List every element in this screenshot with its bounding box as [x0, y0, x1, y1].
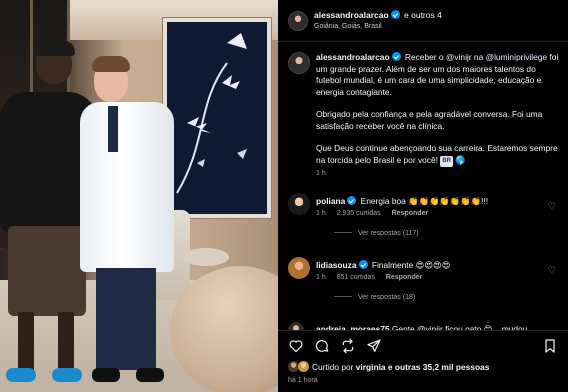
- person2-tie: [108, 106, 118, 152]
- reply-button[interactable]: Responder: [392, 210, 429, 217]
- author-avatar[interactable]: [288, 11, 308, 31]
- comment-time: 1 h: [316, 210, 326, 217]
- post-age: há 1 hora: [288, 377, 318, 384]
- author-line: alessandroalarcao e outros 4: [314, 10, 442, 20]
- liked-by-text: Curtido por virginia e outras 35,2 mil p…: [312, 362, 489, 372]
- verified-icon: [358, 260, 368, 269]
- comment-like-heart-icon[interactable]: ♡: [548, 201, 556, 212]
- commenter-username[interactable]: lidiasouza: [316, 260, 357, 270]
- post-actions-bar: Curtido por virginia e outras 35,2 mil p…: [278, 330, 568, 392]
- person2-shoe-right: [136, 368, 164, 382]
- liked-by-user[interactable]: virginia: [356, 362, 386, 372]
- post-detail-panel: alessandroalarcao e outros 4 Goiânia, Go…: [278, 0, 568, 392]
- comment-like-heart-icon[interactable]: ♡: [548, 265, 556, 276]
- verified-icon: [347, 196, 357, 205]
- comment-meta: 1 h 851 curtidas Responder: [316, 274, 431, 281]
- comment-line: poliana Energia boa 👏👏👏👏👏👏👏!!!: [316, 196, 488, 207]
- comment-text: Finalmente 😍😍😍😍: [371, 260, 451, 270]
- comment-icon[interactable]: [314, 338, 330, 354]
- verified-icon: [390, 10, 400, 19]
- person1-shorts: [8, 226, 86, 316]
- share-icon[interactable]: [366, 338, 382, 354]
- person1-leg-left: [18, 312, 34, 374]
- action-icons: [288, 337, 382, 355]
- comment-likes[interactable]: 851 curtidas: [337, 274, 375, 281]
- view-replies-button[interactable]: Ver respostas (18): [334, 294, 415, 301]
- person2-white-coat: [80, 102, 174, 272]
- post-header: alessandroalarcao e outros 4 Goiânia, Go…: [278, 0, 568, 42]
- caption-paragraph-2: Obrigado pela confiança e pela agradável…: [316, 109, 543, 131]
- mention-vinijr[interactable]: @vinijr: [446, 52, 472, 62]
- comment-item: lidiasouza Finalmente 😍😍😍😍 1 h 851 curti…: [288, 257, 564, 303]
- mention-luminiprivilege[interactable]: @luminiprivilege: [486, 52, 548, 62]
- comment-line: lidiasouza Finalmente 😍😍😍😍: [316, 260, 451, 270]
- brazil-flag-icon: BR: [440, 155, 453, 167]
- commenter-username[interactable]: poliana: [316, 196, 345, 206]
- painting-art: [167, 23, 267, 213]
- caption-paragraph-3: Que Deus continue abençoando sua carreir…: [316, 143, 558, 165]
- person2-pants: [96, 268, 156, 370]
- person2-hair: [92, 56, 130, 72]
- caption-username[interactable]: alessandroalarcao: [316, 52, 390, 62]
- liked-by-prefix: Curtido por: [312, 361, 356, 372]
- repost-icon[interactable]: [340, 338, 356, 354]
- comment-text: Energia boa 👏👏👏👏👏👏👏!!!: [360, 196, 489, 206]
- person1-sandal-right: [52, 368, 82, 382]
- caption-time: 1 h: [316, 170, 326, 177]
- person1-sandal-left: [6, 368, 36, 382]
- author-username[interactable]: alessandroalarcao: [314, 10, 389, 20]
- caption-text-part: na: [471, 52, 486, 62]
- view-replies-button[interactable]: Ver respostas (117): [334, 230, 419, 237]
- comment-likes[interactable]: 2.935 curtidas: [337, 210, 381, 217]
- bookmark-icon[interactable]: [542, 338, 558, 354]
- commenter-avatar[interactable]: [288, 193, 310, 215]
- caption-avatar[interactable]: [288, 52, 310, 74]
- caption-text-part: Receber o: [404, 52, 446, 62]
- verified-icon: [391, 52, 401, 61]
- commenter-avatar[interactable]: [288, 257, 310, 279]
- person2-shoe-left: [92, 368, 120, 382]
- coauthors-link[interactable]: e outros 4: [404, 10, 442, 20]
- globe-emoji: 🌎: [455, 154, 466, 165]
- liked-by-summary[interactable]: Curtido por virginia e outras 35,2 mil p…: [288, 361, 489, 372]
- side-stool: [183, 248, 229, 266]
- person1-leg-right: [58, 312, 74, 374]
- liker-avatar: [298, 361, 309, 372]
- person1-cap: [33, 40, 75, 56]
- instagram-post-view: alessandroalarcao e outros 4 Goiânia, Go…: [0, 0, 568, 392]
- wall-painting: [163, 18, 271, 218]
- caption-text: alessandroalarcao Receber o @vinijr na @…: [316, 52, 562, 178]
- heart-icon[interactable]: [288, 338, 304, 354]
- post-photo[interactable]: [0, 0, 278, 392]
- liked-by-suffix[interactable]: e outras 35,2 mil pessoas: [386, 362, 490, 372]
- comment-item: poliana Energia boa 👏👏👏👏👏👏👏!!! 1 h 2.935…: [288, 193, 564, 239]
- reply-button[interactable]: Responder: [386, 274, 423, 281]
- comment-time: 1 h: [316, 274, 326, 281]
- comment-meta: 1 h 2.935 curtidas Responder: [316, 210, 437, 217]
- post-location[interactable]: Goiânia, Goiás, Brasil: [314, 23, 382, 30]
